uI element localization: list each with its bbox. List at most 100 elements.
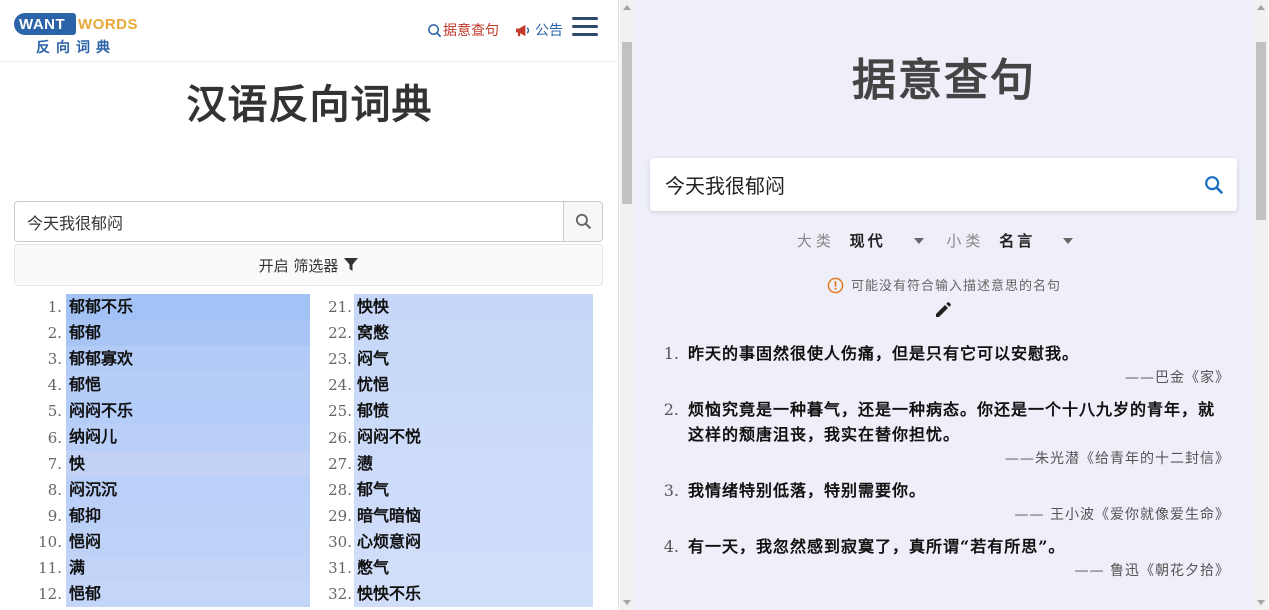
result-word[interactable]: 憋气 — [354, 554, 593, 582]
result-row[interactable]: 5. 闷闷不乐 — [14, 398, 310, 425]
result-row[interactable]: 8. 闷沉沉 — [14, 476, 310, 503]
search-icon[interactable] — [1191, 174, 1237, 196]
quote-text: 我情绪特别低落，特别需要你。 — [688, 481, 927, 500]
nav-announcement-label: 公告 — [535, 23, 563, 39]
result-number: 22. — [328, 324, 352, 343]
left-scrollbar[interactable] — [620, 0, 634, 610]
menu-icon[interactable] — [572, 17, 598, 39]
result-row[interactable]: 23. 闷气 — [314, 346, 593, 373]
result-word[interactable]: 郁郁不乐 — [66, 294, 310, 321]
result-number: 12. — [38, 585, 62, 604]
result-row[interactable]: 9. 郁抑 — [14, 502, 310, 529]
search-button[interactable] — [563, 202, 602, 241]
search-icon-graphic — [1205, 175, 1224, 194]
result-word[interactable]: 郁郁 — [66, 320, 310, 347]
result-row[interactable]: 7. 怏 — [14, 450, 310, 477]
quote-item[interactable]: 1. 昨天的事固然很使人伤痛，但是只有它可以安慰我。 ——巴金《家》 — [660, 341, 1230, 391]
subcategory-select[interactable]: 名言 — [999, 230, 1091, 251]
result-number: 25. — [328, 402, 352, 421]
sentence-search-box — [650, 158, 1237, 211]
scrollbar-thumb[interactable] — [622, 42, 632, 204]
result-word[interactable]: 窝憋 — [354, 320, 593, 347]
result-row[interactable]: 24. 忧悒 — [314, 372, 593, 399]
filter-toggle-button[interactable]: 开启 筛选器 — [14, 244, 603, 286]
caret-down-icon — [1063, 237, 1074, 244]
nav-sentence-search-label: 据意查句 — [443, 23, 499, 39]
result-word[interactable]: 暗气暗恼 — [354, 502, 593, 529]
result-word[interactable]: 闷气 — [354, 346, 593, 373]
result-word[interactable]: 怏怏不乐 — [354, 581, 593, 608]
scrollbar-thumb[interactable] — [1256, 42, 1266, 220]
result-number: 11. — [38, 558, 62, 577]
result-row[interactable]: 25. 郁愤 — [314, 398, 593, 425]
right-scrollbar[interactable] — [1254, 0, 1268, 610]
result-row[interactable]: 32. 怏怏不乐 — [314, 581, 593, 608]
scroll-up-arrow[interactable] — [1257, 5, 1265, 10]
result-word[interactable]: 怏 — [66, 450, 310, 477]
result-word[interactable]: 闷闷不乐 — [66, 398, 310, 425]
result-word[interactable]: 悒郁 — [66, 581, 310, 608]
result-row[interactable]: 11. 满 — [14, 554, 310, 582]
result-row[interactable]: 31. 憋气 — [314, 554, 593, 582]
result-word[interactable]: 心烦意闷 — [354, 528, 593, 555]
result-row[interactable]: 30. 心烦意闷 — [314, 528, 593, 555]
filter-icon — [344, 258, 359, 271]
quote-list: 1. 昨天的事固然很使人伤痛，但是只有它可以安慰我。 ——巴金《家》 2. 烦恼究竟是一… — [660, 341, 1230, 590]
result-word[interactable]: 郁悒 — [66, 372, 310, 399]
result-row[interactable]: 22. 窝憋 — [314, 320, 593, 347]
result-row[interactable]: 4. 郁悒 — [14, 372, 310, 399]
result-row[interactable]: 27. 懑 — [314, 450, 593, 477]
quote-item[interactable]: 4. 有一天，我忽然感到寂寞了，真所谓“若有所思”。 —— 鲁迅《朝花夕拾》 — [660, 534, 1230, 584]
result-row[interactable]: 26. 闷闷不悦 — [314, 424, 593, 451]
results-list: 1. 郁郁不乐 2. 郁郁 3. 郁郁寡欢 4. 郁悒 5. 闷闷不乐 6. 纳闷儿 7. 怏 8. 闷沉沉 9… — [14, 294, 603, 610]
result-row[interactable]: 2. 郁郁 — [14, 320, 310, 347]
result-number: 21. — [328, 298, 352, 317]
result-row[interactable]: 28. 郁气 — [314, 476, 593, 503]
pencil-icon[interactable] — [934, 301, 952, 319]
quote-item[interactable]: 3. 我情绪特别低落，特别需要你。 —— 王小波《爱你就像爱生命》 — [660, 478, 1230, 528]
result-word[interactable]: 郁愤 — [354, 398, 593, 425]
quote-item[interactable]: 2. 烦恼究竟是一种暮气，还是一种病态。你还是一个十八九岁的青年，就这样的颓唐沮丧… — [660, 397, 1230, 472]
category-label: 大类 — [796, 232, 835, 250]
filter-toggle-label: 开启 筛选器 — [258, 256, 339, 275]
result-word[interactable]: 郁郁寡欢 — [66, 346, 310, 373]
result-row[interactable]: 21. 怏怏 — [314, 294, 593, 321]
quote-source: —— 王小波《爱你就像爱生命》 — [1014, 507, 1230, 523]
result-word[interactable]: 忧悒 — [354, 372, 593, 399]
scroll-up-arrow[interactable] — [623, 5, 631, 10]
search-input[interactable] — [15, 202, 563, 241]
result-word[interactable]: 满 — [66, 554, 310, 582]
category-value: 现代 — [849, 232, 886, 250]
result-word[interactable]: 纳闷儿 — [66, 424, 310, 451]
result-word[interactable]: 懑 — [354, 450, 593, 477]
quote-text: 有一天，我忽然感到寂寞了，真所谓“若有所思”。 — [688, 537, 1066, 556]
quote-line: 1. 昨天的事固然很使人伤痛，但是只有它可以安慰我。 — [660, 341, 1230, 366]
result-row[interactable]: 29. 暗气暗恼 — [314, 502, 593, 529]
nav-announcement-link[interactable]: 公告 — [515, 20, 563, 40]
result-word[interactable]: 闷闷不悦 — [354, 424, 593, 451]
menu-bar — [572, 17, 598, 20]
result-row[interactable]: 10. 悒闷 — [14, 528, 310, 555]
result-word[interactable]: 闷沉沉 — [66, 476, 310, 503]
result-word[interactable]: 郁气 — [354, 476, 593, 503]
result-number: 31. — [328, 558, 352, 577]
result-row[interactable]: 3. 郁郁寡欢 — [14, 346, 310, 373]
nav-sentence-search-link[interactable]: 据意查句 — [427, 20, 499, 40]
category-select[interactable]: 现代 — [850, 230, 942, 251]
result-number: 30. — [328, 532, 352, 551]
result-word[interactable]: 悒闷 — [66, 528, 310, 555]
scroll-down-arrow[interactable] — [623, 600, 631, 605]
result-number: 3. — [47, 350, 62, 369]
sentence-search-input[interactable] — [650, 172, 1191, 197]
no-match-warning: 可能没有符合输入描述意思的名句 — [634, 275, 1254, 294]
result-row[interactable]: 1. 郁郁不乐 — [14, 294, 310, 321]
result-row[interactable]: 12. 悒郁 — [14, 581, 310, 608]
result-row[interactable]: 6. 纳闷儿 — [14, 424, 310, 451]
results-column-right: 21. 怏怏 22. 窝憋 23. 闷气 24. 忧悒 25. 郁愤 26. 闷闷不悦 27. 懑 28. 郁… — [314, 294, 593, 608]
scroll-down-arrow[interactable] — [1257, 600, 1265, 605]
result-word[interactable]: 郁抑 — [66, 502, 310, 529]
result-word[interactable]: 怏怏 — [354, 294, 593, 321]
wantwords-logo[interactable]: WANT WORDS 反向词典 — [14, 10, 138, 56]
caret-down-icon — [913, 237, 924, 244]
result-number: 28. — [328, 480, 352, 499]
